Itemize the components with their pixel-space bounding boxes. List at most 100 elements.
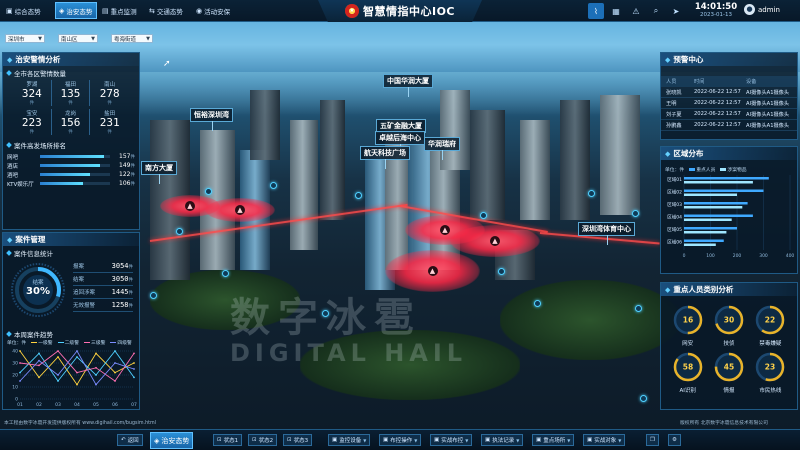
landmark-label[interactable]: 航天科技广场 (360, 146, 410, 169)
grid-icon[interactable]: ▦ (608, 3, 624, 19)
camera-pin-icon[interactable] (222, 270, 229, 277)
ring-label: 网安 (682, 341, 694, 347)
state-icon: ⊡ (252, 437, 257, 443)
camera-pin-icon[interactable] (150, 292, 157, 299)
user-menu[interactable]: ● admin (744, 4, 780, 15)
alert-heat-zone[interactable]: ▲ (205, 198, 275, 222)
send-icon[interactable]: ➤ (668, 3, 684, 19)
personnel-ring[interactable]: 16 网安 (667, 304, 708, 347)
trend-legend: 单位：件 一级警 二级警 三级警 四级警 (7, 341, 132, 346)
landmark-label[interactable]: 卓越后海中心 (375, 131, 425, 154)
camera-pin-icon[interactable] (498, 268, 505, 275)
series-point (133, 376, 135, 379)
alert-row[interactable]: 王明 2022-06-22 12:57 AI摄像头A1摄像头 (661, 98, 797, 109)
series-point (114, 362, 116, 364)
camera-pin-icon[interactable] (205, 188, 212, 195)
bar-case-items (684, 193, 737, 196)
series-point (133, 362, 135, 364)
bar-case-items (684, 206, 743, 209)
landmark-label[interactable]: 华润瑞府 (424, 137, 460, 160)
personnel-ring[interactable]: 23 市民热线 (750, 351, 791, 394)
section-title: 案件信息统计 (3, 246, 139, 260)
tab-public-security[interactable]: ◈ 治安态势 (55, 2, 98, 19)
landmark-label[interactable]: 深圳湾体育中心 (578, 222, 635, 245)
personnel-ring[interactable]: 45 情报 (708, 351, 749, 394)
category-label: 区域05 (667, 226, 682, 233)
chevron-down-icon: ▼ (516, 437, 520, 443)
category-label: 区域06 (667, 239, 682, 246)
x-tick-label: 100 (706, 253, 715, 259)
diamond-icon: ◆ (665, 55, 671, 64)
tab-event-security[interactable]: ◉ 活动安保 (192, 2, 235, 19)
city-select[interactable]: 深圳市 ▼ (5, 34, 45, 43)
monitor-device-button[interactable]: ▣ 监控设备 ▼ (328, 434, 371, 446)
camera-pin-icon[interactable] (640, 395, 647, 402)
personnel-ring[interactable]: 22 禁毒嫌疑 (750, 304, 791, 347)
law-record-button[interactable]: ▣ 执法记录 ▼ (481, 434, 524, 446)
bar-key-personnel (684, 227, 737, 230)
alert-heat-zone[interactable]: ▲ (450, 225, 540, 257)
bar-key-personnel (684, 189, 764, 192)
layer-button[interactable]: ❐ (646, 434, 659, 446)
camera-pin-icon[interactable] (588, 190, 595, 197)
tab-key-monitoring[interactable]: ▤ 重点监测 (98, 2, 142, 19)
stat-cell: 南山 278 件 (99, 82, 120, 106)
field-control-button[interactable]: ▣ 实战布控 ▼ (430, 434, 473, 446)
weekly-trend-chart: 40 30 20 10 001 02 03 04 05 06 07 (12, 349, 137, 409)
target-icon: ▣ (587, 437, 593, 443)
current-mode-button[interactable]: ◈ 治安态势 (150, 432, 194, 449)
alert-icon[interactable]: ⚠ (628, 3, 644, 19)
search-icon[interactable]: ⌕ (648, 3, 664, 19)
settings-button[interactable]: ⚙ (668, 434, 681, 446)
gauge-value: 30% (26, 286, 50, 297)
chevron-down-icon: ▼ (567, 437, 571, 443)
x-tick-label: 200 (733, 253, 742, 259)
personnel-ring[interactable]: 58 AI识别 (667, 351, 708, 394)
field-target-button[interactable]: ▣ 实战对象 ▼ (583, 434, 626, 446)
landmark-label[interactable]: 中国华润大厦 (383, 74, 433, 97)
camera-pin-icon[interactable] (632, 210, 639, 217)
control-operation-button[interactable]: ▣ 布控操作 ▼ (379, 434, 422, 446)
landmark-label[interactable]: 恒裕深圳湾 (190, 108, 233, 131)
camera-pin-icon[interactable] (355, 192, 362, 199)
clock-time: 14:01:50 (694, 2, 738, 12)
tab-traffic[interactable]: ⇆ 交通态势 (145, 2, 188, 19)
tab-overview[interactable]: ▣ 综合态势 (2, 2, 46, 19)
camera-pin-icon[interactable] (635, 305, 642, 312)
state1-button[interactable]: ⊡ 状态1 (213, 434, 243, 446)
key-venue-button[interactable]: ▣ 重点场所 ▼ (532, 434, 575, 446)
x-tick-label: 06 (112, 402, 118, 408)
state3-button[interactable]: ⊡ 状态3 (283, 434, 313, 446)
camera-pin-icon[interactable] (480, 212, 487, 219)
camera-pin-icon[interactable] (270, 182, 277, 189)
district-select[interactable]: 南山区 ▼ (58, 34, 98, 43)
ring-value: 16 (682, 316, 692, 325)
x-tick-label: 05 (93, 402, 99, 408)
alert-row[interactable]: 孙鹏鑫 2022-06-22 12:57 AI摄像头A1摄像头 (661, 120, 797, 131)
series-point (57, 380, 59, 382)
mouse-cursor-icon: ➚ (163, 59, 171, 69)
back-button[interactable]: ↶ 返回 (117, 434, 143, 446)
series-point (57, 374, 59, 376)
series-line (19, 350, 135, 386)
diamond-icon: ◆ (665, 285, 671, 294)
series-point (95, 383, 97, 386)
landmark-label[interactable]: 南方大厦 (141, 161, 177, 184)
ring-label: AI识别 (679, 388, 696, 394)
camera-pin-icon[interactable] (176, 228, 183, 235)
event-icon: ◉ (196, 6, 203, 15)
case-stats-list: 报案 3054件 结案 3050件 追回涉案 1445件 无效报警 1258件 (73, 260, 133, 312)
ring-label: 禁毒嫌疑 (759, 341, 782, 347)
street-select[interactable]: 粤海街道 ▼ (111, 34, 153, 43)
traffic-icon: ⇆ (149, 6, 155, 15)
trend-icon[interactable]: ⌇ (588, 3, 604, 19)
personnel-ring[interactable]: 30 技侦 (708, 304, 749, 347)
camera-pin-icon[interactable] (534, 300, 541, 307)
state2-button[interactable]: ⊡ 状态2 (248, 434, 278, 446)
alert-row[interactable]: 张晓凯 2022-06-22 12:57 AI摄像头A1摄像头 (661, 87, 797, 98)
alert-row[interactable]: 刘子夏 2022-06-22 12:57 AI摄像头A1摄像头 (661, 109, 797, 120)
venue-icon: ▣ (536, 437, 542, 443)
state-icon: ⊡ (287, 437, 292, 443)
case-row: 结案 3050件 (73, 273, 133, 286)
series-point (95, 374, 97, 376)
